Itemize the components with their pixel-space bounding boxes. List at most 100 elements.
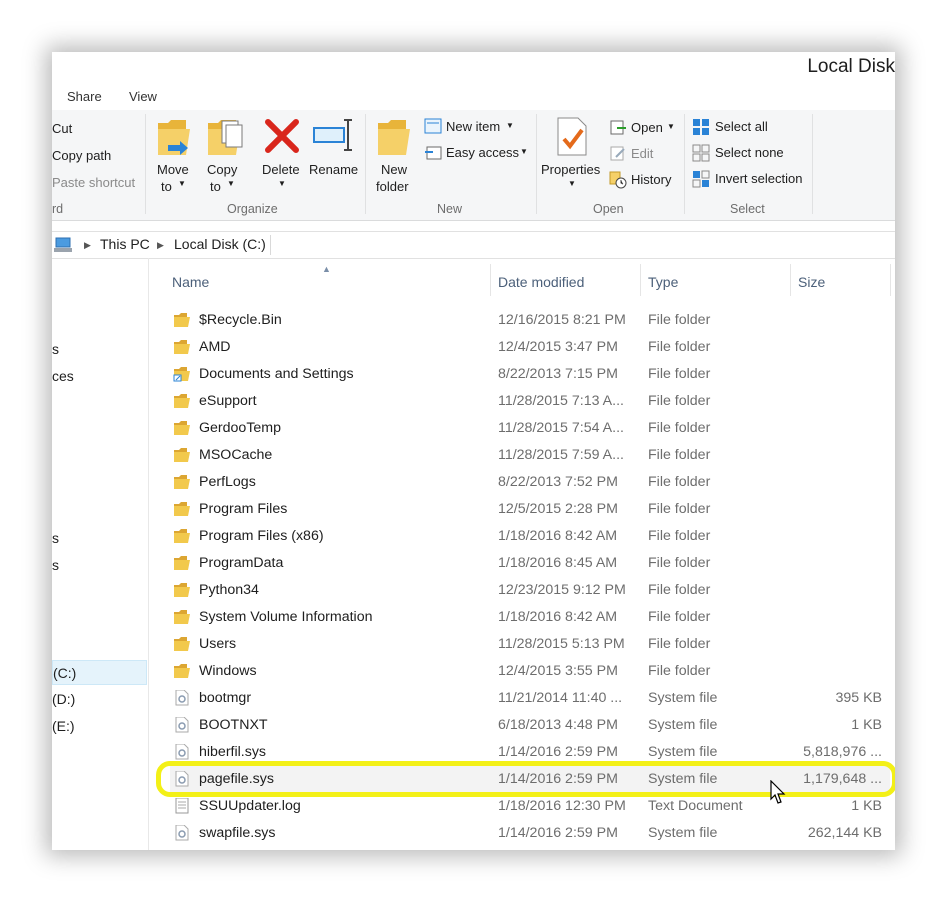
- nav-item-drive-d[interactable]: (D:): [52, 687, 147, 712]
- ribbon: Cut Copy path Paste shortcut rd Move to …: [52, 110, 895, 221]
- file-name: PerfLogs: [199, 474, 256, 490]
- open-group-label: Open: [593, 202, 624, 216]
- file-row[interactable]: Documents and Settings 8/22/2013 7:15 PM F…: [170, 361, 890, 388]
- file-row[interactable]: BOOTNXT 6/18/2013 4:48 PM System file 1 KB: [170, 712, 890, 739]
- copy-to-button[interactable]: Copy to ▼: [202, 112, 246, 194]
- nav-item-fragment[interactable]: s: [52, 553, 147, 578]
- properties-button[interactable]: Properties ▼: [540, 112, 604, 192]
- this-pc-icon: [54, 237, 72, 252]
- file-row[interactable]: swapfile.sys 1/14/2016 2:59 PM System file…: [170, 820, 890, 847]
- column-header-size[interactable]: Size: [798, 274, 825, 290]
- file-name: eSupport: [199, 393, 257, 409]
- system-file-icon: [173, 824, 191, 841]
- system-file-icon: [173, 689, 191, 706]
- file-name: MSOCache: [199, 447, 273, 463]
- nav-item-drive-c[interactable]: (C:): [52, 660, 147, 685]
- invert-selection-button[interactable]: Invert selection: [692, 170, 812, 190]
- tab-share[interactable]: Share: [67, 89, 102, 104]
- breadcrumb-chevron-icon[interactable]: ▶: [157, 240, 164, 251]
- file-row[interactable]: eSupport 11/28/2015 7:13 A... File folder: [170, 388, 890, 415]
- file-row[interactable]: Python34 12/23/2015 9:12 PM File folder: [170, 577, 890, 604]
- properties-label: Properties: [541, 162, 601, 177]
- nav-item-fragment[interactable]: s: [52, 526, 147, 551]
- rename-button[interactable]: Rename: [308, 112, 358, 192]
- system-file-icon: [173, 743, 191, 760]
- file-row[interactable]: ProgramData 1/18/2016 8:45 AM File folder: [170, 550, 890, 577]
- address-bar[interactable]: ▶ This PC ▶ Local Disk (C:): [52, 231, 895, 259]
- file-row[interactable]: Program Files (x86) 1/18/2016 8:42 AM File…: [170, 523, 890, 550]
- delete-icon: [265, 119, 299, 153]
- select-none-label: Select none: [715, 145, 784, 160]
- nav-item-fragment[interactable]: s: [52, 337, 147, 362]
- history-icon: [609, 171, 627, 189]
- easy-access-button[interactable]: Easy access ▼: [424, 144, 534, 164]
- folder-icon: [173, 420, 191, 436]
- open-button[interactable]: Open ▼: [609, 119, 679, 139]
- column-divider[interactable]: [640, 264, 641, 296]
- chevron-down-icon: ▼: [278, 179, 286, 188]
- folder-icon: [173, 447, 191, 463]
- select-none-button[interactable]: Select none: [692, 144, 792, 164]
- properties-icon: [557, 117, 587, 156]
- file-name: ProgramData: [199, 555, 284, 571]
- nav-item-fragment[interactable]: ces: [52, 364, 147, 389]
- file-type: File folder: [648, 609, 711, 625]
- file-type: File folder: [648, 339, 711, 355]
- open-label: Open: [631, 120, 663, 135]
- breadcrumb-local-disk[interactable]: Local Disk (C:): [174, 236, 266, 252]
- group-divider: [365, 114, 366, 214]
- select-none-icon: [692, 144, 710, 162]
- column-divider[interactable]: [790, 264, 791, 296]
- cut-button[interactable]: Cut: [52, 121, 72, 136]
- select-all-button[interactable]: Select all: [692, 118, 782, 138]
- file-name: hiberfil.sys: [199, 744, 267, 760]
- file-name: System Volume Information: [199, 609, 373, 625]
- file-type: File folder: [648, 420, 711, 436]
- copy-to-label-2: to: [210, 179, 221, 194]
- file-row[interactable]: $Recycle.Bin 12/16/2015 8:21 PM File folde…: [170, 307, 890, 334]
- edit-button[interactable]: Edit: [609, 145, 669, 165]
- new-group-label: New: [437, 202, 463, 216]
- file-row[interactable]: AMD 12/4/2015 3:47 PM File folder: [170, 334, 890, 361]
- file-row[interactable]: Users 11/28/2015 5:13 PM File folder: [170, 631, 890, 658]
- folder-icon: [173, 555, 191, 571]
- new-folder-icon: [378, 120, 410, 155]
- rename-icon: [313, 119, 352, 151]
- group-divider: [536, 114, 537, 214]
- delete-button[interactable]: Delete ▼: [258, 112, 304, 192]
- breadcrumb-chevron-icon[interactable]: ▶: [84, 240, 91, 251]
- column-divider[interactable]: [890, 264, 891, 296]
- invert-selection-icon: [692, 170, 710, 188]
- address-divider: [270, 235, 271, 255]
- folder-icon: [173, 312, 191, 328]
- file-date: 1/14/2016 2:59 PM: [498, 825, 618, 841]
- nav-item-drive-e[interactable]: (E:): [52, 714, 147, 739]
- column-header-name[interactable]: Name: [172, 274, 209, 290]
- file-row[interactable]: GerdooTemp 11/28/2015 7:54 A... File folde…: [170, 415, 890, 442]
- paste-shortcut-button[interactable]: Paste shortcut: [52, 175, 135, 190]
- chevron-down-icon: ▼: [227, 179, 235, 188]
- file-date: 1/18/2016 8:42 AM: [498, 609, 618, 625]
- file-row[interactable]: Program Files 12/5/2015 2:28 PM File folde…: [170, 496, 890, 523]
- file-date: 11/28/2015 7:54 A...: [498, 420, 624, 436]
- breadcrumb-this-pc[interactable]: This PC: [100, 236, 150, 252]
- file-row[interactable]: PerfLogs 8/22/2013 7:52 PM File folder: [170, 469, 890, 496]
- column-header-date[interactable]: Date modified: [498, 274, 584, 290]
- column-header-type[interactable]: Type: [648, 274, 678, 290]
- history-button[interactable]: History: [609, 171, 679, 191]
- copy-path-button[interactable]: Copy path: [52, 148, 111, 163]
- new-folder-button[interactable]: New folder: [372, 112, 416, 194]
- file-date: 12/23/2015 9:12 PM: [498, 582, 626, 598]
- tab-view[interactable]: View: [129, 89, 157, 104]
- new-item-button[interactable]: New item ▼: [424, 118, 524, 138]
- file-row[interactable]: Windows 12/4/2015 3:55 PM File folder: [170, 658, 890, 685]
- column-divider[interactable]: [490, 264, 491, 296]
- file-row[interactable]: MSOCache 11/28/2015 7:59 A... File folder: [170, 442, 890, 469]
- edit-icon: [610, 146, 625, 161]
- easy-access-icon: [425, 146, 442, 160]
- title-bar: Local Disk: [52, 52, 895, 84]
- file-date: 12/4/2015 3:47 PM: [498, 339, 618, 355]
- file-row[interactable]: System Volume Information 1/18/2016 8:42 …: [170, 604, 890, 631]
- move-to-button[interactable]: Move to ▼: [152, 112, 196, 194]
- file-row[interactable]: bootmgr 11/21/2014 11:40 ... System file 39…: [170, 685, 890, 712]
